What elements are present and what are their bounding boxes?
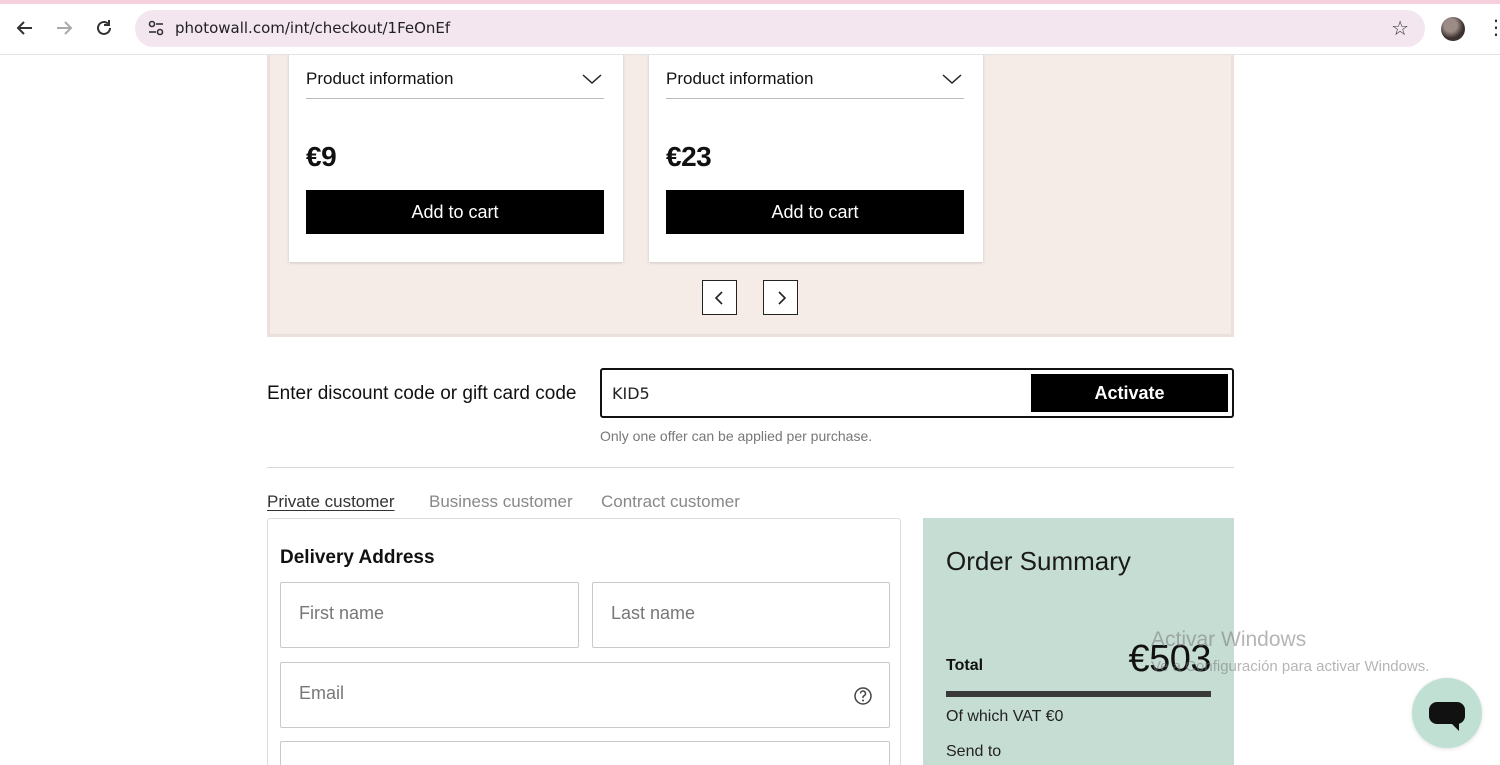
offer-note: Only one offer can be applied per purcha…	[600, 428, 873, 444]
chevron-right-icon	[777, 290, 786, 305]
discount-code-input[interactable]	[612, 378, 1012, 408]
windows-activation-watermark: Activar Windows Ve a Configuración para …	[1151, 628, 1429, 675]
add-to-cart-button[interactable]: Add to cart	[666, 190, 964, 234]
last-name-field[interactable]	[592, 582, 890, 648]
first-name-input[interactable]	[299, 603, 549, 624]
help-icon[interactable]	[853, 686, 873, 706]
site-info-icon[interactable]	[147, 19, 167, 39]
product-info-toggle[interactable]: Product information	[306, 69, 604, 99]
product-price: €23	[666, 141, 712, 172]
email-input[interactable]	[299, 683, 549, 704]
carousel-prev-button[interactable]	[702, 280, 737, 315]
section-divider	[267, 467, 1234, 468]
chevron-down-icon	[582, 74, 602, 85]
address-bar[interactable]: photowall.com/int/checkout/1FeOnEf ☆	[135, 10, 1425, 47]
send-to-label: Send to	[946, 743, 1002, 760]
chat-button[interactable]	[1412, 678, 1482, 748]
watermark-line-2: Ve a Configuración para activar Windows.	[1151, 658, 1430, 675]
browser-toolbar: photowall.com/int/checkout/1FeOnEf ☆ ⋮	[0, 0, 1500, 55]
total-divider	[946, 691, 1211, 697]
product-info-toggle[interactable]: Product information	[666, 69, 964, 99]
last-name-input[interactable]	[611, 603, 861, 624]
product-info-label: Product information	[666, 69, 814, 88]
reload-icon[interactable]	[90, 14, 118, 42]
product-card: ○ ──────── ──────── ──── Product informa…	[649, 55, 983, 262]
first-name-field[interactable]	[280, 582, 579, 648]
star-icon[interactable]: ☆	[1391, 16, 1409, 41]
address-field[interactable]	[280, 741, 890, 765]
chat-icon	[1429, 702, 1465, 731]
discount-field: Activate	[600, 368, 1234, 418]
product-card: ○ ─────── ──── ───── ───── Product infor…	[289, 55, 623, 262]
total-label: Total	[946, 657, 984, 674]
url-text[interactable]: photowall.com/int/checkout/1FeOnEf	[175, 19, 450, 37]
vat-text: Of which VAT €0	[946, 708, 1064, 725]
carousel-next-button[interactable]	[763, 280, 798, 315]
tab-business-customer[interactable]: Business customer	[429, 492, 573, 512]
tab-contract-customer[interactable]: Contract customer	[601, 492, 740, 512]
chevron-down-icon	[942, 74, 962, 85]
delivery-address-title: Delivery Address	[280, 547, 435, 568]
add-to-cart-button[interactable]: Add to cart	[306, 190, 604, 234]
email-field[interactable]	[280, 662, 890, 728]
chevron-left-icon	[714, 290, 723, 305]
watermark-line-1: Activar Windows	[1151, 628, 1307, 651]
kebab-menu-icon[interactable]: ⋮	[1486, 15, 1500, 40]
tab-strip-accent	[0, 0, 1500, 4]
forward-icon[interactable]	[50, 14, 78, 42]
activate-button[interactable]: Activate	[1031, 374, 1228, 412]
product-price: €9	[306, 141, 337, 172]
delivery-address-form: Delivery Address	[267, 518, 901, 765]
discount-label: Enter discount code or gift card code	[267, 383, 577, 404]
back-icon[interactable]	[11, 14, 39, 42]
order-summary-title: Order Summary	[946, 546, 1131, 576]
tab-private-customer[interactable]: Private customer	[267, 492, 395, 512]
avatar[interactable]	[1441, 17, 1465, 41]
product-info-label: Product information	[306, 69, 454, 88]
